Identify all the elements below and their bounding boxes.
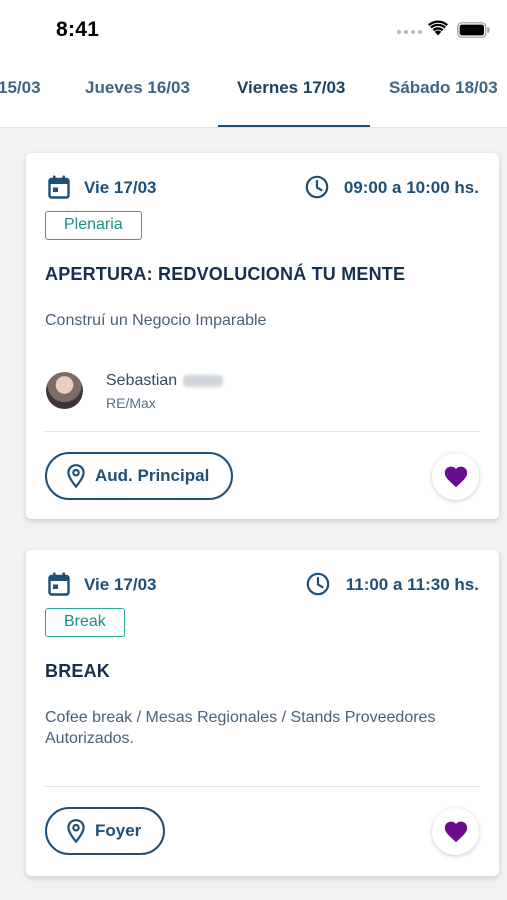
session-date: Vie 17/03 [84, 178, 157, 197]
session-time: 09:00 a 10:00 hs. [343, 178, 479, 197]
session-time: 11:00 a 11:30 hs. [345, 575, 479, 594]
status-bar: 8:41 [0, 0, 507, 52]
tab-15-03[interactable]: 15/03 [0, 78, 41, 98]
session-tag: Break [45, 608, 125, 637]
tab-sabado-18-03[interactable]: Sábado 18/03 [389, 78, 498, 98]
location-pin-icon [67, 819, 85, 843]
calendar-icon [48, 175, 70, 199]
tab-jueves-16-03[interactable]: Jueves 16/03 [85, 78, 190, 98]
favorite-button[interactable] [432, 808, 479, 855]
location-button[interactable]: Foyer [45, 807, 166, 855]
speaker-avatar[interactable] [46, 372, 83, 409]
calendar-icon [48, 572, 70, 596]
session-description: Construí un Negocio Imparable [45, 312, 267, 329]
favorite-button[interactable] [432, 453, 479, 500]
speaker-org: RE/Max [106, 395, 156, 411]
clock-icon [305, 175, 329, 199]
location-label: Foyer [95, 821, 142, 840]
session-description: Cofee break / Mesas Regionales / Stands … [45, 709, 436, 747]
signal-icon [397, 30, 422, 34]
location-button[interactable]: Aud. Principal [45, 452, 234, 500]
day-tabs: 15/03 Jueves 16/03 Viernes 17/03 Sábado … [0, 52, 507, 128]
session-tag: Plenaria [45, 211, 142, 240]
location-pin-icon [67, 464, 85, 488]
heart-icon [444, 466, 467, 487]
active-tab-indicator [218, 125, 370, 127]
wifi-icon [428, 20, 448, 36]
heart-icon [444, 821, 467, 842]
session-card[interactable]: Vie 17/03 09:00 a 10:00 hs. Plenaria APE… [26, 153, 499, 519]
tab-viernes-17-03[interactable]: Viernes 17/03 [237, 78, 345, 98]
session-title: BREAK [45, 661, 111, 681]
session-card[interactable]: Vie 17/03 11:00 a 11:30 hs. Break BREAK … [26, 550, 499, 876]
battery-icon [457, 22, 490, 38]
speaker-surname-redacted [183, 374, 224, 387]
divider [45, 786, 480, 787]
status-time: 8:41 [56, 18, 100, 41]
speaker-name: Sebastian [106, 372, 178, 389]
session-date: Vie 17/03 [84, 575, 157, 594]
divider [45, 431, 480, 432]
clock-icon [306, 572, 330, 596]
location-label: Aud. Principal [95, 466, 210, 485]
speaker-name-row[interactable]: Sebastian [106, 372, 224, 390]
session-title: APERTURA: REDVOLUCIONÁ TU MENTE [45, 264, 406, 284]
